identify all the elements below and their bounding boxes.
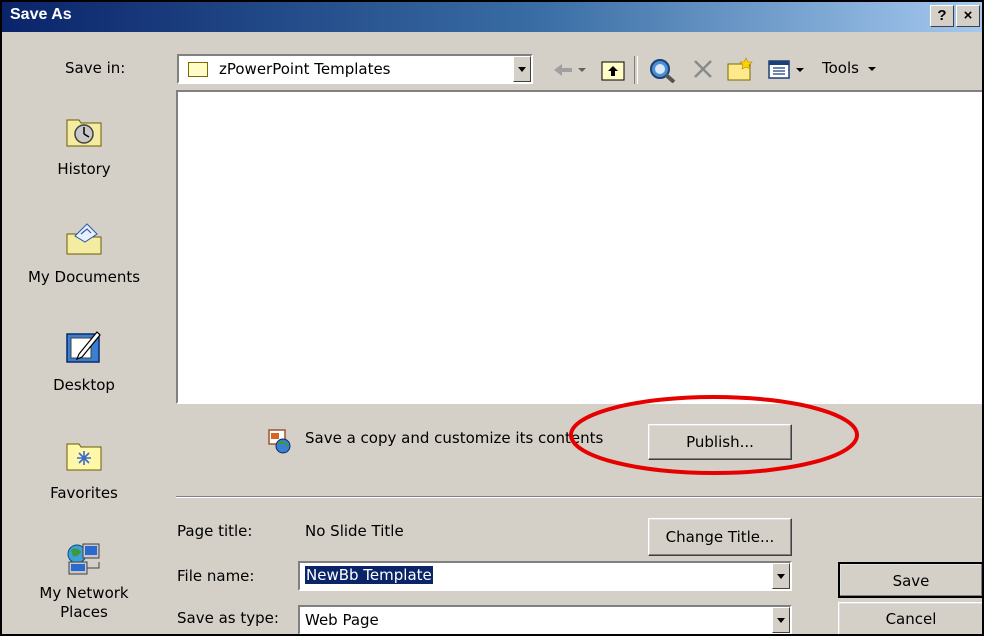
- place-my-documents[interactable]: My Documents: [10, 220, 158, 286]
- save-in-label: Save in:: [65, 59, 126, 77]
- place-label: Desktop: [53, 376, 115, 394]
- chevron-down-icon[interactable]: [772, 607, 790, 633]
- folder-icon: [188, 62, 208, 77]
- publish-description: Save a copy and customize its contents: [305, 429, 604, 447]
- desktop-icon: [66, 331, 101, 363]
- file-name-value: NewBb Template: [305, 566, 433, 584]
- save-in-value: zPowerPoint Templates: [219, 60, 391, 78]
- delete-icon[interactable]: [692, 58, 714, 80]
- form-separator: [176, 496, 982, 498]
- change-title-button[interactable]: Change Title...: [648, 518, 792, 556]
- caret-down-icon: [867, 67, 876, 71]
- file-name-label: File name:: [177, 567, 255, 585]
- file-list[interactable]: [176, 90, 982, 404]
- help-button[interactable]: ?: [930, 5, 954, 27]
- views-icon[interactable]: [768, 60, 808, 80]
- close-button[interactable]: ×: [956, 5, 980, 27]
- chevron-down-icon[interactable]: [513, 56, 531, 82]
- places-bar: History My Documents Desktop Favorites M…: [10, 102, 158, 634]
- place-label: History: [57, 160, 111, 178]
- toolbar-separator: [634, 56, 638, 84]
- change-title-label: Change Title...: [665, 528, 775, 546]
- place-history[interactable]: History: [10, 112, 158, 178]
- window-title: Save As: [10, 6, 72, 23]
- save-button-label: Save: [892, 572, 930, 590]
- place-desktop[interactable]: Desktop: [10, 328, 158, 394]
- save-in-dropdown[interactable]: zPowerPoint Templates: [177, 54, 533, 84]
- chevron-down-icon[interactable]: [772, 563, 790, 589]
- place-favorites[interactable]: Favorites: [10, 436, 158, 502]
- cancel-button-label: Cancel: [885, 610, 937, 628]
- tools-label: Tools: [822, 59, 859, 77]
- tools-menu[interactable]: Tools: [822, 59, 877, 77]
- place-label: Favorites: [50, 484, 118, 502]
- title-bar: Save As ? ×: [2, 2, 982, 32]
- publish-icon: [268, 429, 291, 454]
- page-title-label: Page title:: [177, 522, 253, 540]
- new-folder-icon[interactable]: [726, 56, 756, 82]
- place-my-network-places[interactable]: My Network Places: [10, 540, 158, 622]
- save-as-dialog: Save As ? × Save in: zPowerPoint Templat…: [0, 0, 984, 636]
- back-icon[interactable]: [552, 60, 586, 80]
- history-icon: [66, 119, 102, 147]
- network-places-icon: [67, 543, 100, 575]
- highlight-ellipse: [569, 395, 859, 475]
- save-button[interactable]: Save: [838, 562, 982, 598]
- file-name-input[interactable]: NewBb Template: [298, 561, 792, 591]
- save-type-label: Save as type:: [177, 609, 279, 627]
- search-web-icon[interactable]: [648, 57, 676, 83]
- cancel-button[interactable]: Cancel: [838, 602, 982, 634]
- place-label: My Network Places: [39, 584, 129, 621]
- my-documents-icon: [66, 223, 102, 255]
- save-type-dropdown[interactable]: Web Page: [298, 605, 792, 634]
- favorites-icon: [66, 443, 102, 471]
- up-one-level-icon[interactable]: [600, 58, 626, 82]
- page-title-value: No Slide Title: [305, 522, 404, 540]
- save-type-value: Web Page: [305, 611, 379, 629]
- place-label: My Documents: [27, 268, 141, 286]
